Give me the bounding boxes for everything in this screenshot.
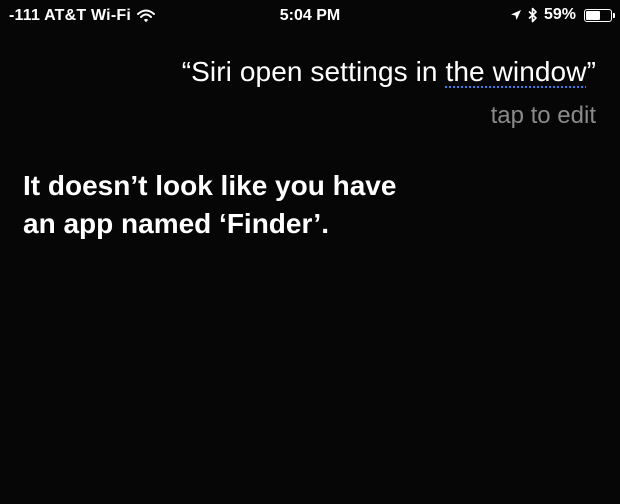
battery-fill <box>586 10 600 20</box>
siri-query[interactable]: “Siri open settings in the window” <box>182 56 596 88</box>
status-right: 59% <box>510 6 615 24</box>
battery-tip <box>613 12 615 18</box>
location-arrow-icon <box>510 9 522 21</box>
query-flagged-text[interactable]: the window <box>445 56 586 87</box>
battery-percent: 59% <box>543 6 576 23</box>
response-line-2: an app named ‘Finder’. <box>23 208 329 239</box>
siri-response: It doesn’t look like you have an app nam… <box>23 167 563 243</box>
response-line-1: It doesn’t look like you have <box>23 170 397 201</box>
query-close-quote: ” <box>586 56 596 87</box>
query-open-quote: “ <box>181 56 192 87</box>
bluetooth-icon <box>528 7 538 23</box>
query-text: Siri open settings in <box>191 56 446 87</box>
battery-icon <box>584 8 615 22</box>
status-bar: -111 AT&T Wi-Fi 5:04 PM 59% <box>0 0 620 34</box>
tap-to-edit-hint[interactable]: tap to edit <box>491 102 596 130</box>
